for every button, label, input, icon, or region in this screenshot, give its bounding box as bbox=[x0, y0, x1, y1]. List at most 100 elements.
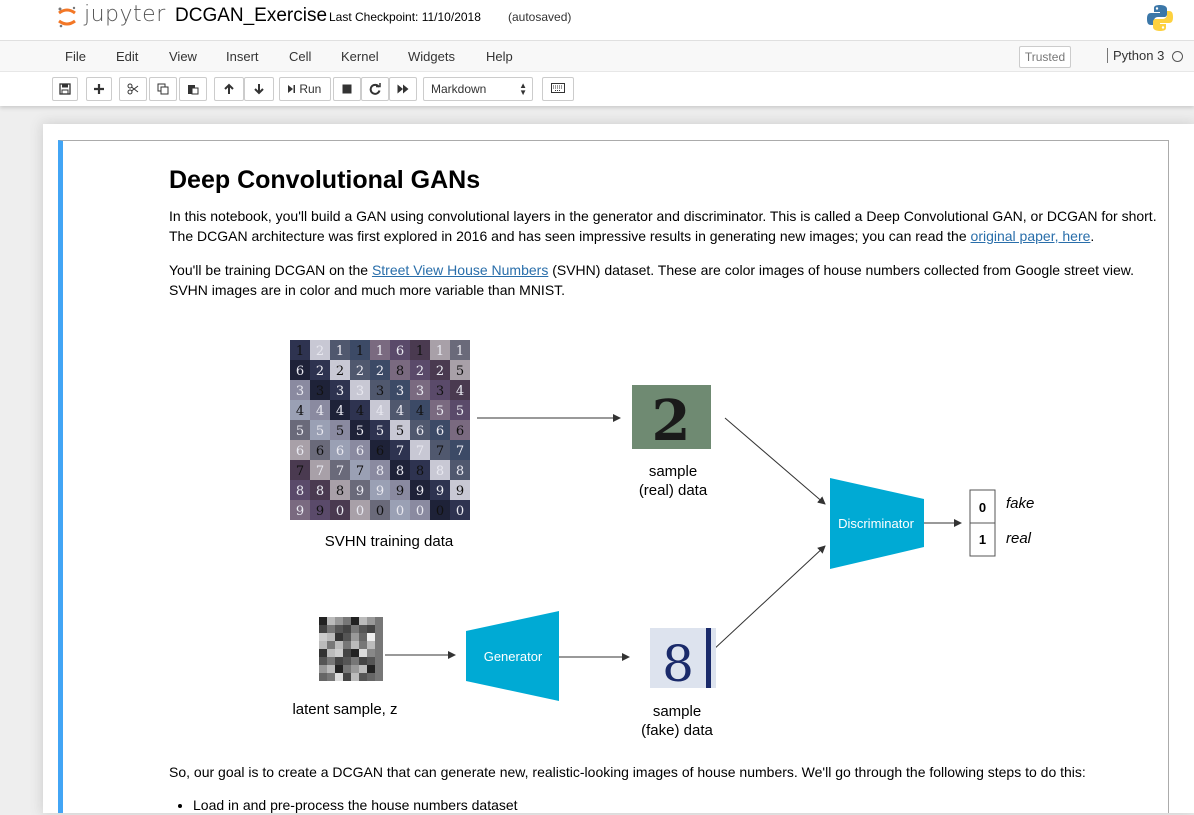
noise-pixel bbox=[335, 657, 343, 665]
menu-edit[interactable]: Edit bbox=[116, 49, 138, 64]
kernel-name: Python 3 bbox=[1107, 48, 1164, 63]
menu-view[interactable]: View bbox=[169, 49, 197, 64]
svhn-thumbnail-digit: 6 bbox=[296, 444, 304, 459]
cut-button[interactable] bbox=[119, 77, 147, 101]
noise-pixel bbox=[359, 657, 367, 665]
command-palette-button[interactable] bbox=[542, 77, 574, 101]
trusted-indicator[interactable]: Trusted bbox=[1019, 46, 1071, 68]
menu-widgets[interactable]: Widgets bbox=[408, 49, 455, 64]
noise-pixel bbox=[319, 641, 327, 649]
arrow-down-icon bbox=[254, 84, 264, 95]
svhn-thumbnail-digit: 7 bbox=[436, 444, 444, 459]
restart-button[interactable] bbox=[361, 77, 389, 101]
svhn-thumbnail-digit: 8 bbox=[296, 484, 304, 499]
noise-pixel bbox=[335, 649, 343, 657]
latent-noise-image bbox=[319, 617, 383, 681]
jupyter-logo[interactable]: jupyter bbox=[56, 2, 166, 30]
noise-pixel bbox=[343, 633, 351, 641]
dcgan-diagram-svg: 1 2 1 1 1 6 1 1 16 2 2 2 2 8 2 2 53 3 3 3 3 3 3 3 44 4 4 4 4 4 4 5 55 5 5 5… bbox=[290, 340, 1034, 739]
scissors-icon bbox=[127, 83, 139, 95]
svhn-thumbnail-digit: 3 bbox=[356, 384, 364, 399]
svhn-thumbnail-digit: 8 bbox=[316, 484, 324, 499]
real-sample-digit: 2 bbox=[652, 388, 691, 454]
interrupt-button[interactable] bbox=[333, 77, 361, 101]
fake-label-line1: sample bbox=[653, 703, 701, 720]
notebook-name[interactable]: DCGAN_Exercise bbox=[175, 5, 327, 27]
menu-insert[interactable]: Insert bbox=[226, 49, 259, 64]
svhn-thumbnail-digit: 9 bbox=[436, 484, 444, 499]
fake-sample-edge bbox=[706, 628, 711, 688]
noise-pixel bbox=[319, 665, 327, 673]
autosave-status: (autosaved) bbox=[508, 10, 572, 24]
svhn-thumbnail-digit: 2 bbox=[356, 364, 364, 379]
svhn-thumbnail-digit: 9 bbox=[356, 484, 364, 499]
svhn-thumbnail-digit: 6 bbox=[316, 444, 324, 459]
svhn-thumbnail-digit: 7 bbox=[396, 444, 404, 459]
svhn-thumbnail-digit: 8 bbox=[416, 464, 424, 479]
noise-pixel bbox=[335, 641, 343, 649]
noise-pixel bbox=[351, 633, 359, 641]
svhn-thumbnail-digit: 2 bbox=[436, 364, 444, 379]
svhn-thumbnail-digit: 6 bbox=[296, 364, 304, 379]
noise-pixel bbox=[327, 673, 335, 681]
kernel-idle-icon bbox=[1172, 51, 1183, 62]
noise-pixel bbox=[335, 633, 343, 641]
noise-pixel bbox=[319, 625, 327, 633]
cell-type-select[interactable]: Markdown ▲ ▼ bbox=[423, 77, 533, 101]
svhn-thumbnail-digit: 2 bbox=[316, 344, 324, 359]
svhn-thumbnail-digit: 9 bbox=[316, 504, 324, 519]
real-label-line2: (real) data bbox=[639, 482, 708, 499]
discriminator-label: Discriminator bbox=[838, 516, 915, 531]
save-button[interactable] bbox=[52, 77, 78, 101]
svhn-thumbnail-digit: 5 bbox=[456, 404, 464, 419]
noise-pixel bbox=[351, 665, 359, 673]
noise-pixel bbox=[319, 633, 327, 641]
dcgan-diagram: 1211161116222282253333333344444444555555… bbox=[63, 141, 1174, 814]
noise-pixel bbox=[335, 673, 343, 681]
menu-help[interactable]: Help bbox=[486, 49, 513, 64]
noise-pixel bbox=[375, 665, 383, 673]
plus-icon bbox=[94, 84, 104, 94]
stop-icon bbox=[342, 84, 352, 94]
paste-button[interactable] bbox=[179, 77, 207, 101]
noise-pixel bbox=[327, 641, 335, 649]
noise-pixel bbox=[319, 657, 327, 665]
noise-pixel bbox=[351, 641, 359, 649]
jupyter-logo-text: jupyter bbox=[84, 2, 166, 27]
svhn-thumbnail-digit: 5 bbox=[396, 424, 404, 439]
svhn-thumbnail-digit: 2 bbox=[416, 364, 424, 379]
noise-pixel bbox=[327, 633, 335, 641]
noise-pixel bbox=[351, 673, 359, 681]
markdown-cell[interactable]: Deep Convolutional GANs In this notebook… bbox=[58, 140, 1169, 813]
svhn-thumbnail-digit: 2 bbox=[336, 364, 344, 379]
svhn-thumbnail-digit: 9 bbox=[416, 484, 424, 499]
move-down-button[interactable] bbox=[244, 77, 274, 101]
noise-pixel bbox=[375, 649, 383, 657]
svhn-thumbnail-digit: 8 bbox=[396, 364, 404, 379]
svhn-thumbnail-digit: 4 bbox=[296, 404, 304, 419]
svhn-thumbnail-digit: 3 bbox=[316, 384, 324, 399]
menu-file[interactable]: File bbox=[65, 49, 86, 64]
svhn-thumbnail-digit: 7 bbox=[456, 444, 464, 459]
arrow-real-to-discriminator bbox=[724, 417, 826, 505]
svhn-thumbnail-digit: 4 bbox=[396, 404, 404, 419]
steps-list: Load in and pre-process the house number… bbox=[169, 795, 1159, 815]
list-item: Load in and pre-process the house number… bbox=[193, 795, 1159, 815]
restart-run-all-button[interactable] bbox=[389, 77, 417, 101]
svhn-thumbnail-digit: 6 bbox=[436, 424, 444, 439]
real-label-line1: sample bbox=[649, 463, 697, 480]
copy-button[interactable] bbox=[149, 77, 177, 101]
move-up-button[interactable] bbox=[214, 77, 244, 101]
run-button[interactable]: Run bbox=[279, 77, 331, 101]
paste-icon bbox=[188, 85, 199, 95]
insert-cell-button[interactable] bbox=[86, 77, 112, 101]
menu-cell[interactable]: Cell bbox=[289, 49, 311, 64]
menu-kernel[interactable]: Kernel bbox=[341, 49, 379, 64]
svhn-thumbnail-digit: 1 bbox=[416, 344, 424, 359]
svhn-thumbnail-digit: 8 bbox=[436, 464, 444, 479]
noise-pixel bbox=[375, 673, 383, 681]
refresh-icon bbox=[369, 83, 381, 95]
svhn-thumbnail-digit: 0 bbox=[376, 504, 384, 519]
noise-pixel bbox=[343, 657, 351, 665]
noise-pixel bbox=[359, 641, 367, 649]
